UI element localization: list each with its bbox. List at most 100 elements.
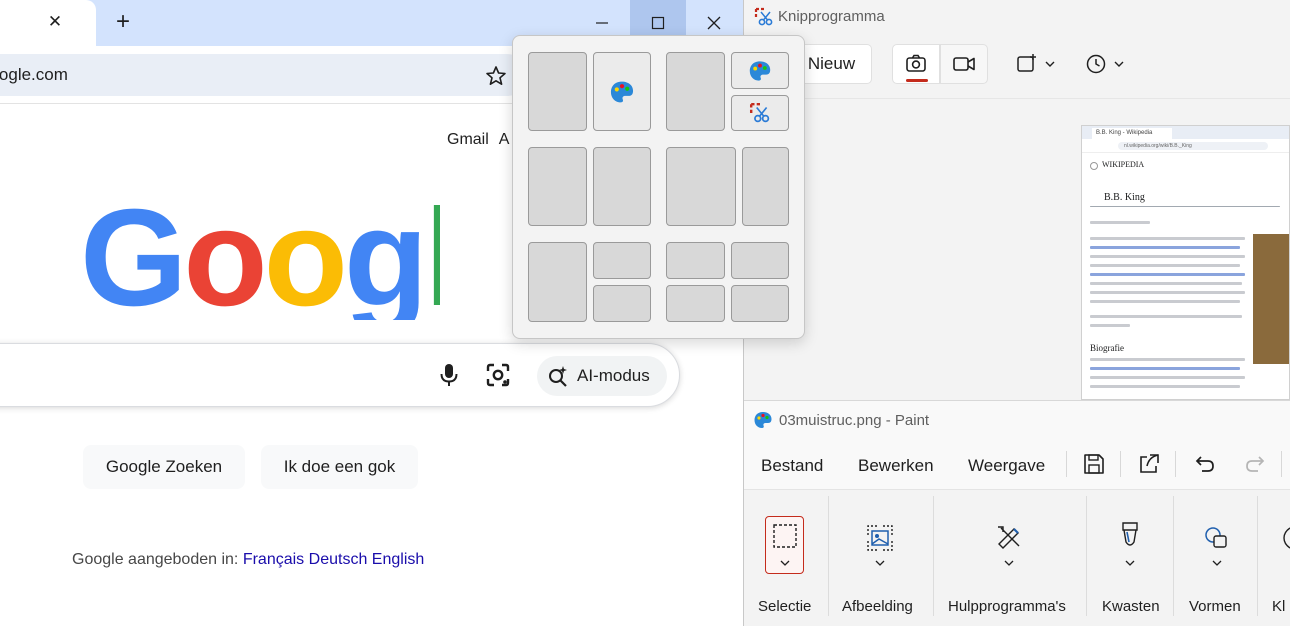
screenshot-rule [1090,206,1280,207]
image-group[interactable]: Afbeelding [829,490,933,626]
snip-shape-icon [1017,54,1036,72]
redo-icon[interactable] [1242,451,1268,477]
snap-zone-paint[interactable] [593,52,651,131]
snap-zone[interactable] [666,52,725,131]
ai-search-icon [549,366,567,387]
screenshot-text-line [1090,255,1245,258]
snipping-tool-title: Knipprogramma [778,8,885,25]
snap-zone[interactable] [666,242,725,279]
screenshot-heading: B.B. King [1104,192,1145,203]
tools-group[interactable]: Hulpprogramma's [934,490,1086,626]
gmail-link[interactable]: Gmail [447,131,489,148]
microphone-icon[interactable] [437,362,461,388]
video-mode-button[interactable] [940,44,988,84]
minimize-icon [596,22,608,24]
snip-delay-dropdown[interactable] [1085,52,1129,76]
paint-app-icon [754,412,772,428]
screenshot-text-line [1090,385,1240,388]
screenshot-text-line [1090,376,1245,379]
paint-ribbon: Selectie Afbeelding Hulpprogramma's Kwas… [744,489,1290,626]
ai-mode-button[interactable]: AI-modus [537,356,667,396]
snap-zone[interactable] [666,147,736,226]
google-search-button[interactable]: Google Zoeken [83,445,245,489]
chevron-down-icon [1125,560,1135,566]
google-logo-letter: g [344,190,424,320]
paint-title: 03muistruc.png - Paint [779,412,930,429]
snap-zone-paint[interactable] [731,52,789,89]
menu-separator [1066,451,1067,477]
shapes-group[interactable]: Vormen [1174,490,1257,626]
google-logo-letter: o [264,190,344,320]
chrome-tab[interactable]: ✕ [0,0,96,46]
paint-palette-icon [749,60,771,81]
google-logo-letter: G [80,190,183,320]
screenshot-text-line [1090,237,1245,240]
snap-zone[interactable] [528,242,587,322]
snap-zone[interactable] [666,285,725,322]
screenshot-text-line [1090,264,1240,267]
snap-zone[interactable] [593,147,651,226]
image-icon [867,525,893,551]
screenshot-text-line [1090,315,1242,318]
snap-zone-snipping[interactable] [731,95,789,131]
brushes-group[interactable]: Kwasten [1087,490,1173,626]
screenshot-url: nl.wikipedia.org/wiki/B.B._King [1118,142,1268,150]
screenshot-wiki-name: WIKIPEDIA [1102,160,1145,169]
paint-palette-icon [610,81,634,102]
snipping-tool-app-icon [754,7,773,26]
menu-view[interactable]: Weergave [968,456,1045,476]
shapes-icon [1205,527,1227,548]
tab-close-icon[interactable]: ✕ [44,11,66,33]
chevron-down-icon [1004,560,1014,566]
images-link[interactable]: A [499,131,510,148]
snap-zone[interactable] [528,147,587,226]
chevron-down-icon [1045,61,1055,67]
share-icon[interactable] [1136,451,1162,477]
menu-file[interactable]: Bestand [761,456,823,476]
tools-icon [998,526,1020,549]
language-offer: Google aangeboden in: Français Deutsch E… [72,551,424,569]
screenshot-text-line [1090,246,1240,249]
screenshot-text-line [1090,367,1240,370]
bookmark-star-icon[interactable] [484,64,508,88]
brushes-label: Kwasten [1102,598,1160,615]
snip-shape-dropdown[interactable] [1016,52,1060,76]
address-bar[interactable]: google.com [0,54,528,96]
tools-label: Hulpprogramma's [948,598,1066,615]
chevron-down-icon [1212,560,1222,566]
color-palette-icon [1283,527,1290,549]
screenshot-mode-button[interactable] [892,44,940,84]
snap-zone[interactable] [593,242,651,279]
google-lens-icon[interactable] [485,362,511,388]
feeling-lucky-button[interactable]: Ik doe een gok [261,445,418,489]
new-tab-button[interactable]: + [110,10,136,36]
selection-group[interactable]: Selectie [744,490,828,626]
undo-icon[interactable] [1192,451,1218,477]
language-link-french[interactable]: Français [243,551,304,568]
snap-zone[interactable] [742,147,789,226]
screenshot-text-line [1090,358,1245,361]
screenshot-text-line [1090,221,1150,224]
language-offer-label: Google aangeboden in: [72,551,239,568]
menu-edit[interactable]: Bewerken [858,456,934,476]
shapes-label: Vormen [1189,598,1241,615]
snap-zone[interactable] [731,242,789,279]
save-icon[interactable] [1081,451,1107,477]
video-camera-icon [953,57,975,71]
language-link-german[interactable]: Deutsch [309,551,368,568]
snap-zone[interactable] [528,52,587,131]
active-mode-indicator [906,79,928,82]
ai-mode-label: AI-modus [577,366,650,385]
chevron-down-icon [875,560,885,566]
selection-icon [773,524,797,548]
colors-group[interactable]: Kl [1258,490,1290,626]
snap-zone[interactable] [593,285,651,322]
new-snip-label: Nieuw [807,54,856,73]
google-logo-letter: l [424,190,440,320]
language-link-english[interactable]: English [372,551,424,568]
screenshot-tabbar: B.B. King - Wikipedia [1082,126,1289,139]
address-url: google.com [0,65,68,84]
snap-zone[interactable] [731,285,789,322]
screenshot-text-line [1090,273,1245,276]
screenshot-section-heading: Biografie [1090,343,1124,353]
